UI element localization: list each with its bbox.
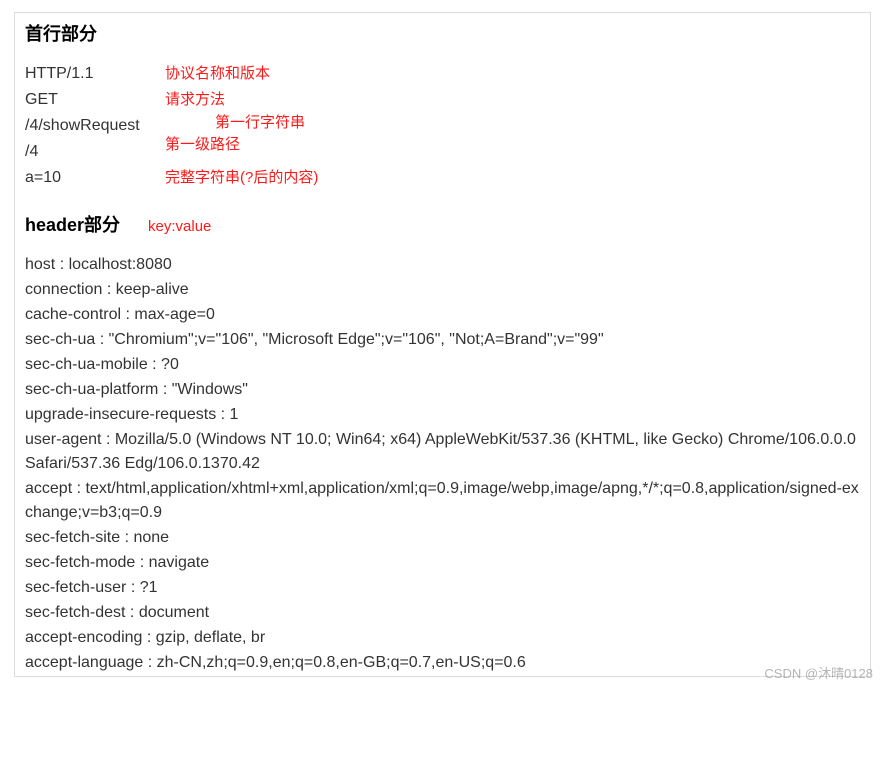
first-line-row: /4/showRequest: [25, 114, 860, 138]
content-frame: 首行部分 HTTP/1.1 协议名称和版本 GET 请求方法 /4/showRe…: [14, 12, 871, 677]
first-line-row: /4: [25, 140, 860, 164]
header-line: connection : keep-alive: [25, 278, 860, 302]
firstline-string-annotation: 第一行字符串: [215, 112, 305, 135]
protocol-value: HTTP/1.1: [25, 62, 165, 86]
header-section-title-row: header部分 key:value: [25, 212, 860, 239]
header-line: user-agent : Mozilla/5.0 (Windows NT 10.…: [25, 428, 860, 476]
level1-path-annotation: 第一级路径: [165, 134, 240, 157]
header-line: cache-control : max-age=0: [25, 303, 860, 327]
header-line: accept-language : zh-CN,zh;q=0.9,en;q=0.…: [25, 651, 860, 675]
query-value: a=10: [25, 166, 165, 190]
header-section-annotation: key:value: [148, 216, 211, 239]
header-line: accept-encoding : gzip, deflate, br: [25, 626, 860, 650]
query-annotation: 完整字符串(?后的内容): [165, 167, 318, 190]
protocol-annotation: 协议名称和版本: [165, 63, 270, 86]
first-line-section-title: 首行部分: [25, 21, 860, 48]
path-full-value: /4/showRequest: [25, 114, 165, 138]
header-line: host : localhost:8080: [25, 253, 860, 277]
watermark-text: CSDN @沐晴0128: [764, 664, 873, 684]
method-annotation: 请求方法: [165, 89, 225, 112]
headers-list: host : localhost:8080 connection : keep-…: [25, 253, 860, 675]
path-level1-value: /4: [25, 140, 165, 164]
first-line-row: a=10 完整字符串(?后的内容): [25, 166, 860, 190]
header-line: sec-ch-ua : "Chromium";v="106", "Microso…: [25, 328, 860, 352]
header-line: sec-fetch-user : ?1: [25, 576, 860, 600]
first-line-block: HTTP/1.1 协议名称和版本 GET 请求方法 /4/showRequest…: [25, 62, 860, 190]
header-line: sec-ch-ua-platform : "Windows": [25, 378, 860, 402]
header-line: sec-ch-ua-mobile : ?0: [25, 353, 860, 377]
header-section-title: header部分: [25, 212, 120, 239]
header-line: sec-fetch-mode : navigate: [25, 551, 860, 575]
first-line-row: HTTP/1.1 协议名称和版本: [25, 62, 860, 86]
header-line: sec-fetch-dest : document: [25, 601, 860, 625]
header-line: accept : text/html,application/xhtml+xml…: [25, 477, 860, 525]
header-line: sec-fetch-site : none: [25, 526, 860, 550]
method-value: GET: [25, 88, 165, 112]
first-line-row: GET 请求方法: [25, 88, 860, 112]
header-line: upgrade-insecure-requests : 1: [25, 403, 860, 427]
